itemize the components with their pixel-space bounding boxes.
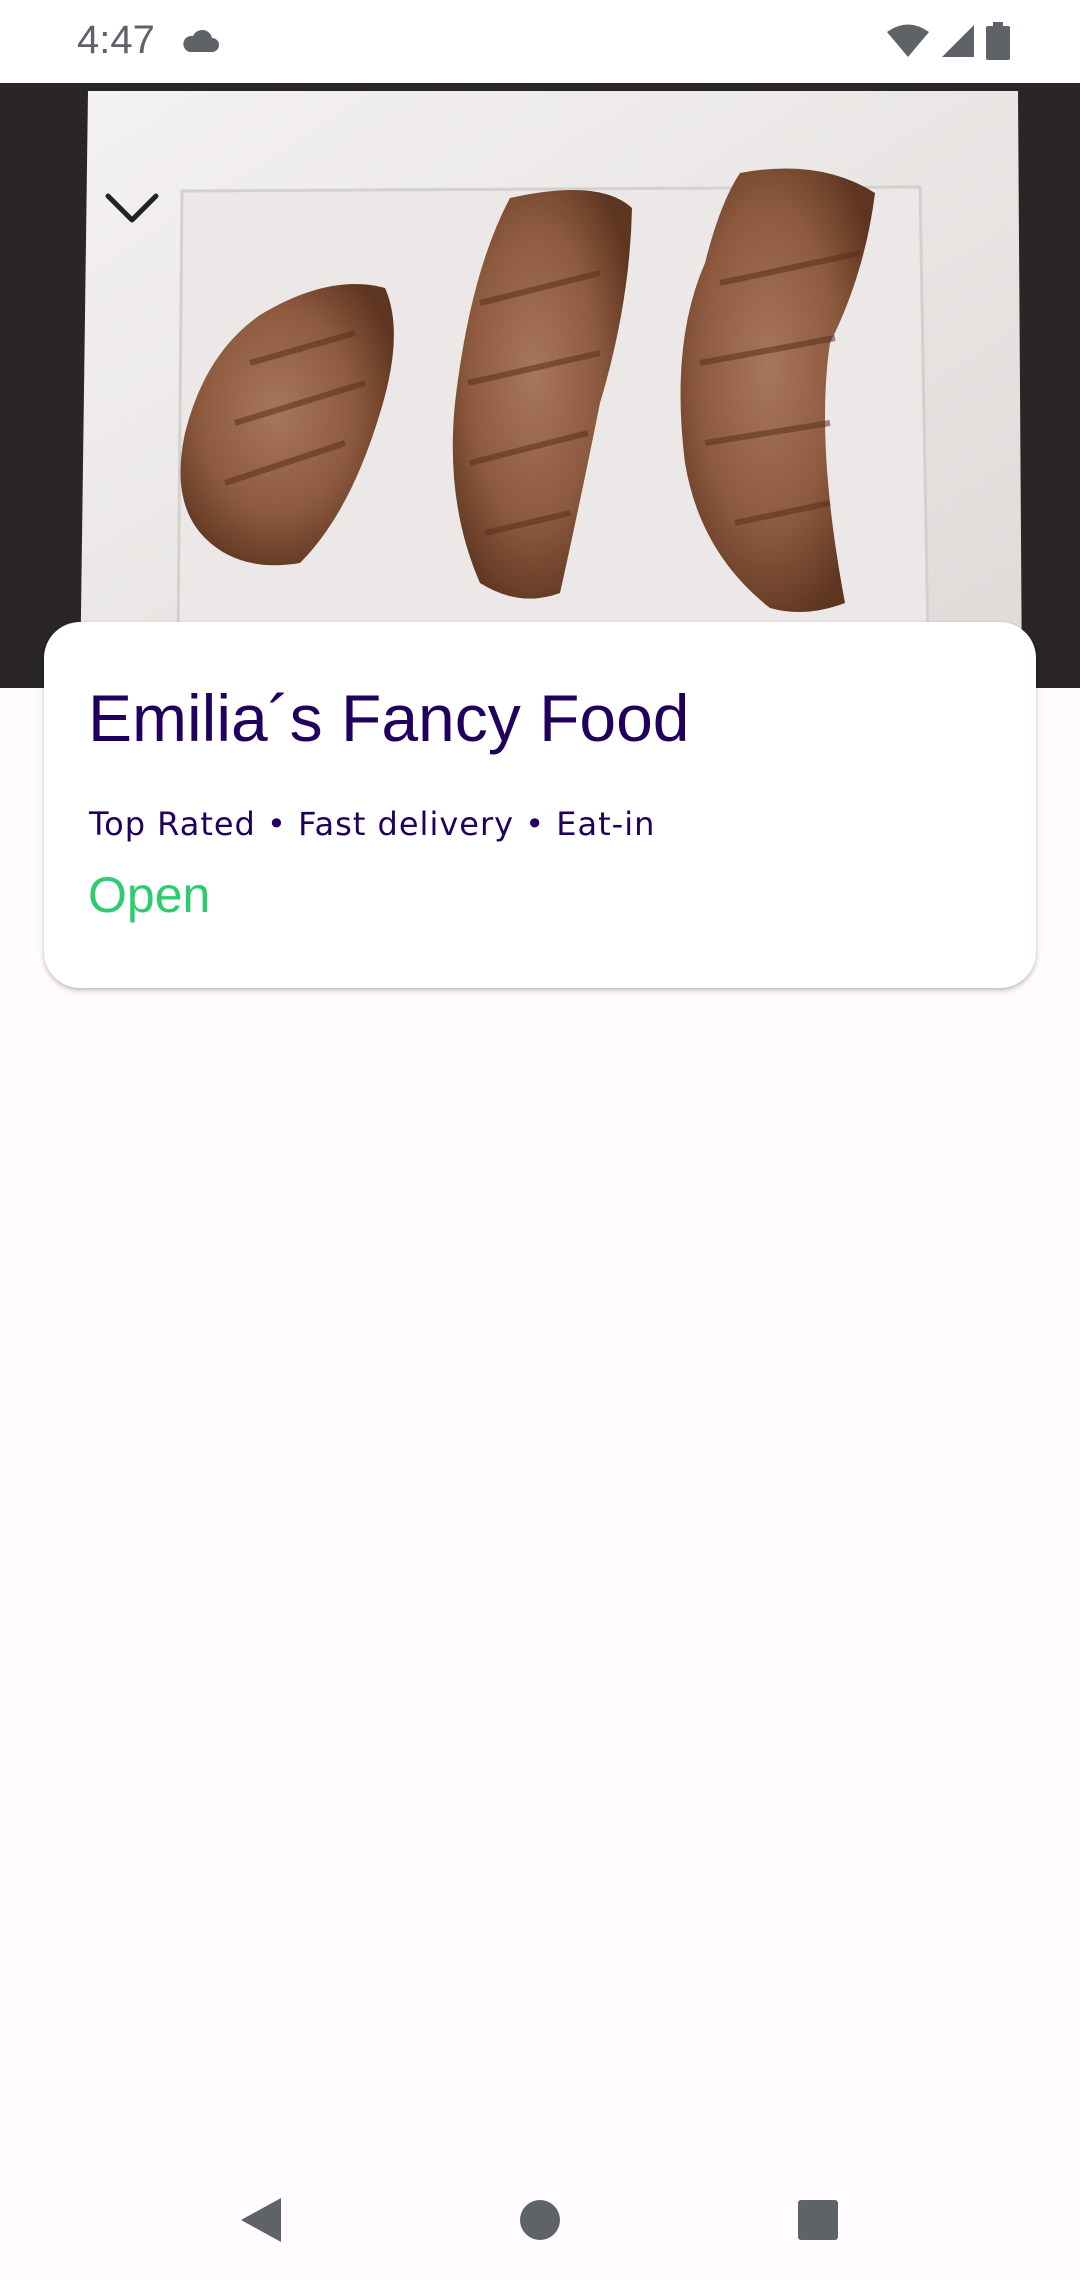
restaurant-details-screen: 4:47 Emilia´s Fancy Food Top Rated • Fas… — [0, 0, 1080, 2280]
restaurant-name: Emilia´s Fancy Food — [88, 681, 690, 755]
home-button[interactable] — [510, 2192, 570, 2252]
cellular-signal-icon — [940, 23, 976, 64]
recents-button[interactable] — [788, 2192, 848, 2252]
back-icon — [237, 2196, 283, 2249]
home-icon — [518, 2198, 562, 2247]
wifi-icon — [886, 23, 930, 64]
back-button[interactable] — [230, 2192, 290, 2252]
status-time: 4:47 — [77, 18, 155, 62]
battery-icon — [986, 22, 1010, 65]
status-icons — [886, 22, 1010, 65]
cloud-icon — [180, 26, 220, 56]
status-bar: 4:47 — [0, 0, 1080, 83]
system-navigation-bar — [0, 2152, 1080, 2280]
restaurant-hero-image — [0, 83, 1080, 688]
recents-icon — [797, 2199, 839, 2246]
chevron-down-icon — [104, 191, 160, 225]
open-status: Open — [88, 867, 211, 923]
restaurant-tags: Top Rated • Fast delivery • Eat-in — [89, 805, 656, 843]
collapse-button[interactable] — [92, 168, 172, 248]
restaurant-info-card: Emilia´s Fancy Food Top Rated • Fast del… — [44, 622, 1036, 988]
